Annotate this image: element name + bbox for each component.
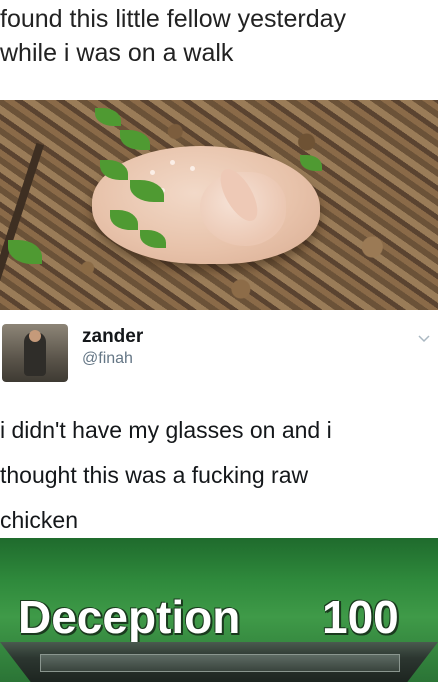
branch	[0, 142, 45, 308]
caption-line-2: while i was on a walk	[0, 39, 234, 67]
banner-bar-inner	[40, 654, 400, 672]
leaf	[120, 130, 150, 150]
banner-score: 100	[322, 591, 399, 643]
tweet-text-line: thought this was a fucking raw	[0, 462, 309, 488]
avatar-face	[29, 330, 41, 342]
leaf	[300, 155, 322, 171]
avatar[interactable]	[2, 324, 68, 382]
fawn-spot	[150, 170, 155, 175]
tweet-text: i didn't have my glasses on and i though…	[0, 408, 438, 543]
meme-caption: found this little fellow yesterday while…	[0, 0, 438, 70]
chevron-down-icon[interactable]	[418, 332, 430, 344]
tweet-handle[interactable]: @finah	[82, 350, 133, 368]
leaf	[95, 108, 121, 126]
tweet-header: zander @finah	[0, 322, 438, 384]
fawn-spot	[190, 166, 195, 171]
fawn-spot	[170, 160, 175, 165]
caption-line-1: found this little fellow yesterday	[0, 5, 347, 33]
tweet-text-line: i didn't have my glasses on and i	[0, 417, 332, 443]
fawn-photo	[0, 100, 438, 310]
leaf	[8, 240, 42, 264]
banner-title: Deception	[18, 591, 241, 643]
tweet-text-line: chicken	[0, 507, 78, 533]
deception-banner: Deception 100	[0, 538, 438, 682]
tweet-username[interactable]: zander	[82, 326, 143, 348]
